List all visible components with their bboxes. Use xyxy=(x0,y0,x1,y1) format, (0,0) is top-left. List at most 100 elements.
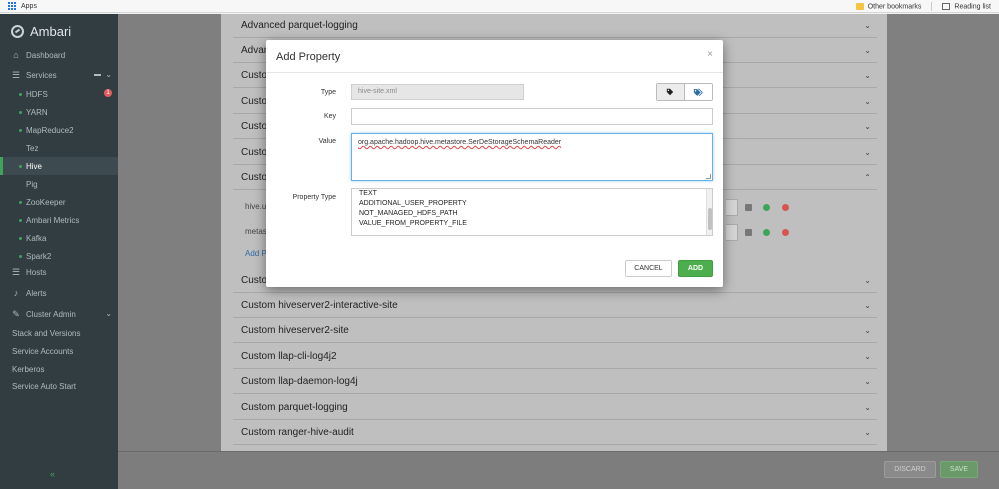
plus-circle-icon[interactable] xyxy=(763,229,770,236)
chevron-down-icon: ⌄ xyxy=(864,325,871,335)
active-indicator xyxy=(0,157,3,175)
chevron-down-icon: ⌄ xyxy=(864,45,871,55)
property-type-option[interactable]: NOT_MANAGED_HDFS_PATH xyxy=(352,209,712,219)
status-dot-icon xyxy=(19,236,22,240)
sidebar-item-kerberos[interactable]: Kerberos xyxy=(0,360,118,378)
value-textarea[interactable]: org.apache.hadoop.hive.metastore.SerDeSt… xyxy=(351,133,713,181)
tag-toggle-group xyxy=(656,83,713,101)
cancel-button[interactable]: CANCEL xyxy=(625,260,672,277)
minus-circle-icon[interactable] xyxy=(782,229,789,236)
other-bookmarks[interactable]: Other bookmarks xyxy=(855,2,921,10)
discard-button[interactable]: DISCARD xyxy=(884,461,936,478)
status-dot-icon xyxy=(19,92,22,96)
status-dot-icon xyxy=(19,164,22,168)
sidebar-item-ambari-metrics[interactable]: Ambari Metrics xyxy=(0,211,118,229)
chevron-down-icon: ⌄ xyxy=(864,300,871,310)
single-tag-button[interactable] xyxy=(657,84,685,100)
save-button[interactable]: SAVE xyxy=(940,461,978,478)
sidebar-item-services[interactable]: ☰ Services ⌄ xyxy=(0,66,118,84)
key-label: Key xyxy=(323,113,336,120)
folder-icon xyxy=(855,2,864,10)
collapse-sidebar-icon[interactable]: « xyxy=(50,469,55,479)
bookmarks-separator xyxy=(931,2,933,11)
sidebar-item-stack-versions[interactable]: Stack and Versions xyxy=(0,324,118,342)
sidebar-item-hive[interactable]: Hive xyxy=(0,157,118,175)
property-type-select[interactable]: PASSWORD TEXT ADDITIONAL_USER_PROPERTY N… xyxy=(351,188,713,236)
chevron-down-icon: ⌄ xyxy=(864,376,871,386)
property-type-option[interactable]: VALUE_FROM_PROPERTY_FILE xyxy=(352,219,712,229)
property-value-input[interactable] xyxy=(726,224,738,241)
chevron-down-icon: ⌄ xyxy=(864,351,871,361)
property-type-option[interactable]: TEXT xyxy=(352,189,712,199)
type-field: hive-site.xml xyxy=(351,84,524,100)
resize-handle-icon[interactable] xyxy=(706,174,711,179)
property-name: metas xyxy=(245,227,267,236)
sidebar-item-yarn[interactable]: YARN xyxy=(0,103,118,121)
sidebar: Ambari ⌂ Dashboard ☰ Services ⌄ HDFS 1 Y… xyxy=(0,14,118,489)
add-button[interactable]: ADD xyxy=(678,260,713,277)
sidebar-item-tez[interactable]: Tez xyxy=(0,139,118,157)
ambari-logo-icon xyxy=(11,25,24,38)
chevron-up-icon: ⌃ xyxy=(864,172,871,182)
section-custom-llap-daemon-log4j[interactable]: Custom llap-daemon-log4j ⌄ xyxy=(233,369,877,394)
chevron-down-icon: ⌄ xyxy=(864,96,871,106)
section-custom-hiveserver2-interactive-site[interactable]: Custom hiveserver2-interactive-site ⌄ xyxy=(233,293,877,318)
sidebar-item-service-auto-start[interactable]: Service Auto Start xyxy=(0,377,118,395)
services-icon: ☰ xyxy=(11,69,21,80)
modal-divider xyxy=(266,72,723,73)
chevron-down-icon: ⌄ xyxy=(864,275,871,285)
sidebar-item-pig[interactable]: Pig xyxy=(0,175,118,193)
brand[interactable]: Ambari xyxy=(11,24,71,39)
hosts-icon: ☰ xyxy=(11,266,21,277)
scrollbar-thumb[interactable] xyxy=(708,208,712,230)
status-dot-icon xyxy=(19,110,22,114)
section-custom-hiveserver2-site[interactable]: Custom hiveserver2-site ⌄ xyxy=(233,318,877,343)
home-icon: ⌂ xyxy=(13,50,19,60)
sidebar-item-dashboard[interactable]: ⌂ Dashboard xyxy=(0,46,118,64)
value-text: org.apache.hadoop.hive.metastore.SerDeSt… xyxy=(358,139,562,146)
section-custom-llap-cli-log4j2[interactable]: Custom llap-cli-log4j2 ⌄ xyxy=(233,344,877,369)
add-property-modal: Add Property × Type hive-site.xml Key Va… xyxy=(266,40,723,287)
chevron-down-icon[interactable]: ⌄ xyxy=(105,70,112,79)
section-custom-ranger-hive-audit[interactable]: Custom ranger-hive-audit ⌄ xyxy=(233,420,877,445)
close-icon[interactable]: × xyxy=(707,49,713,60)
plus-circle-icon[interactable] xyxy=(763,204,770,211)
reading-list[interactable]: Reading list xyxy=(942,2,991,10)
status-dot-icon xyxy=(19,200,22,204)
sidebar-item-zookeeper[interactable]: ZooKeeper xyxy=(0,193,118,211)
lock-icon[interactable] xyxy=(745,229,752,236)
section-advanced-parquet-logging[interactable]: Advanced parquet-logging ⌄ xyxy=(233,13,877,38)
chevron-down-icon: ⌄ xyxy=(864,147,871,157)
apps-label: Apps xyxy=(21,2,37,10)
property-type-option[interactable]: ADDITIONAL_USER_PROPERTY xyxy=(352,199,712,209)
multi-tag-button[interactable] xyxy=(684,84,712,100)
sidebar-item-cluster-admin[interactable]: ✎ Cluster Admin ⌄ xyxy=(0,305,118,323)
tags-icon xyxy=(693,88,703,96)
tag-icon xyxy=(667,88,674,96)
wrench-icon: ✎ xyxy=(12,308,20,319)
brand-name: Ambari xyxy=(30,24,72,39)
chevron-down-icon[interactable]: ⌄ xyxy=(105,309,112,318)
key-input[interactable] xyxy=(351,108,713,125)
chevron-down-icon: ⌄ xyxy=(864,70,871,80)
sidebar-item-service-accounts[interactable]: Service Accounts xyxy=(0,342,118,360)
property-type-label: Property Type xyxy=(292,194,336,201)
sidebar-item-alerts[interactable]: ♪ Alerts xyxy=(0,284,118,302)
section-custom-parquet-logging[interactable]: Custom parquet-logging ⌄ xyxy=(233,395,877,420)
minus-icon[interactable] xyxy=(94,74,101,76)
apps-bookmark[interactable]: Apps xyxy=(8,2,37,10)
value-label: Value xyxy=(318,138,336,145)
sidebar-item-hosts[interactable]: ☰ Hosts xyxy=(0,263,118,281)
status-dot-icon xyxy=(19,218,22,222)
scrollbar[interactable] xyxy=(706,189,712,235)
modal-title: Add Property xyxy=(276,51,341,63)
sidebar-item-hdfs[interactable]: HDFS 1 xyxy=(0,85,118,103)
chevron-down-icon: ⌄ xyxy=(864,402,871,412)
status-dot-icon xyxy=(19,254,22,258)
minus-circle-icon[interactable] xyxy=(782,204,789,211)
property-value-input[interactable] xyxy=(726,199,738,216)
sidebar-item-kafka[interactable]: Kafka xyxy=(0,229,118,247)
lock-icon[interactable] xyxy=(745,204,752,211)
type-label: Type xyxy=(320,89,336,96)
sidebar-item-mapreduce2[interactable]: MapReduce2 xyxy=(0,121,118,139)
